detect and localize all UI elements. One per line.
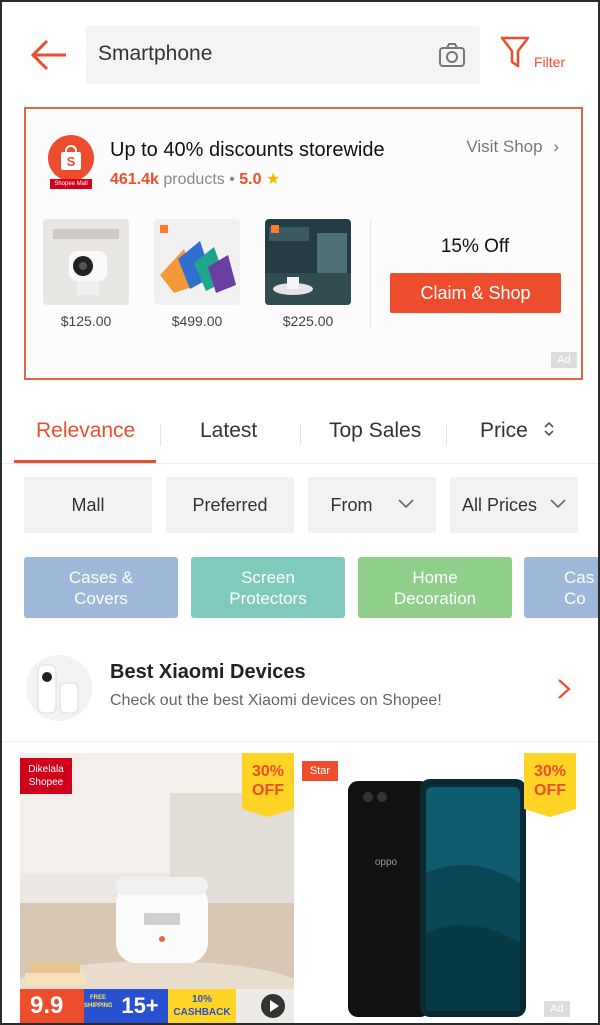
products-count: 461.4k xyxy=(110,171,159,188)
tab-price[interactable]: Price xyxy=(480,419,556,443)
category-cases-covers[interactable]: Cases & Covers xyxy=(24,557,178,618)
filter-chip-from[interactable]: From xyxy=(308,477,436,533)
search-input[interactable]: Smartphone xyxy=(98,42,212,66)
filter-chip-preferred[interactable]: Preferred xyxy=(166,477,294,533)
ad-product-thumb-room[interactable] xyxy=(265,219,351,305)
filter-label: Filter xyxy=(534,54,566,70)
mall-tag: Shopee Mall xyxy=(50,179,92,189)
chevron-down-icon xyxy=(397,499,414,509)
sort-arrows-icon xyxy=(544,421,554,437)
claim-and-shop-button[interactable]: Claim & Shop xyxy=(390,273,561,313)
ad-product-price: $125.00 xyxy=(60,313,112,329)
products-label: products xyxy=(163,171,225,188)
promo-strip: 9.9 FREE SHIPPING 15+ 10% CASHBACK xyxy=(20,989,294,1023)
divider xyxy=(446,424,447,446)
ad-product-thumb-camera[interactable] xyxy=(43,219,129,305)
back-button[interactable] xyxy=(30,38,68,72)
ad-product-price: $499.00 xyxy=(171,313,223,329)
xiaomi-devices-image xyxy=(26,655,92,721)
sort-tabs: Relevance Latest Top Sales Price xyxy=(2,402,598,464)
back-arrow-icon xyxy=(30,39,66,71)
star-seller-tag: Star xyxy=(302,761,338,781)
product-card[interactable]: oppo Star 30% OFF Ad xyxy=(302,753,580,1023)
chevron-right-icon xyxy=(558,679,571,699)
free-shipping-label: FREE SHIPPING xyxy=(84,989,112,1023)
ad-product-thumb-phones[interactable] xyxy=(154,219,240,305)
cashback-label: 10% CASHBACK xyxy=(168,989,236,1023)
camera-icon[interactable] xyxy=(438,41,466,69)
divider xyxy=(300,424,301,446)
ad-badge: Ad xyxy=(551,352,577,368)
product-card[interactable]: Dikelala Shopee 30% OFF 9.9 FREE SHIPPIN… xyxy=(20,753,294,1023)
shop-logo[interactable]: S Shopee Mall xyxy=(48,135,94,189)
app-screen: Smartphone Filter S Shopee Mall Up to 40… xyxy=(0,0,600,1025)
shop-ad-card[interactable]: S Shopee Mall Up to 40% discounts storew… xyxy=(24,107,583,380)
filter-button[interactable]: Filter xyxy=(500,36,578,76)
category-home-decoration[interactable]: Home Decoration xyxy=(358,557,512,618)
divider xyxy=(370,219,371,329)
discount-badge: 30% OFF xyxy=(242,753,294,817)
tab-top-sales[interactable]: Top Sales xyxy=(329,419,421,443)
tab-latest[interactable]: Latest xyxy=(200,419,257,443)
svg-text:oppo: oppo xyxy=(375,857,398,868)
svg-text:S: S xyxy=(67,154,76,169)
best-xiaomi-banner[interactable]: Best Xiaomi Devices Check out the best X… xyxy=(2,642,598,742)
shop-tag: Dikelala Shopee xyxy=(20,758,72,794)
visit-shop-link[interactable]: Visit Shop › xyxy=(466,137,559,157)
filter-chip-all-prices[interactable]: All Prices xyxy=(450,477,578,533)
filter-funnel-icon xyxy=(500,36,530,68)
shopping-bag-icon: S xyxy=(48,135,94,181)
ad-subtitle: 461.4k products • 5.0 ★ xyxy=(110,171,281,188)
ad-badge: Ad xyxy=(544,1001,570,1017)
ad-product-price: $225.00 xyxy=(282,313,334,329)
play-icon[interactable] xyxy=(260,993,286,1019)
category-cases-covers-partial[interactable]: Cas Co xyxy=(524,557,598,618)
active-tab-indicator xyxy=(14,460,156,463)
ad-title: Up to 40% discounts storewide xyxy=(110,139,385,161)
promo-title: Best Xiaomi Devices xyxy=(110,661,306,683)
promo-15-label: 15+ xyxy=(112,989,168,1023)
filter-chip-mall[interactable]: Mall xyxy=(24,477,152,533)
divider xyxy=(160,424,161,446)
chevron-down-icon xyxy=(550,499,566,509)
search-bar[interactable]: Smartphone xyxy=(86,26,480,84)
rating-value: 5.0 xyxy=(239,171,262,188)
tab-relevance[interactable]: Relevance xyxy=(36,419,135,443)
discount-badge: 30% OFF xyxy=(524,753,576,817)
promo-big-label: 9.9 xyxy=(20,989,84,1023)
star-icon: ★ xyxy=(265,171,281,188)
discount-label: 15% Off xyxy=(440,236,510,257)
chevron-right-icon: › xyxy=(553,137,559,156)
promo-subtitle: Check out the best Xiaomi devices on Sho… xyxy=(110,692,442,709)
category-screen-protectors[interactable]: Screen Protectors xyxy=(191,557,345,618)
